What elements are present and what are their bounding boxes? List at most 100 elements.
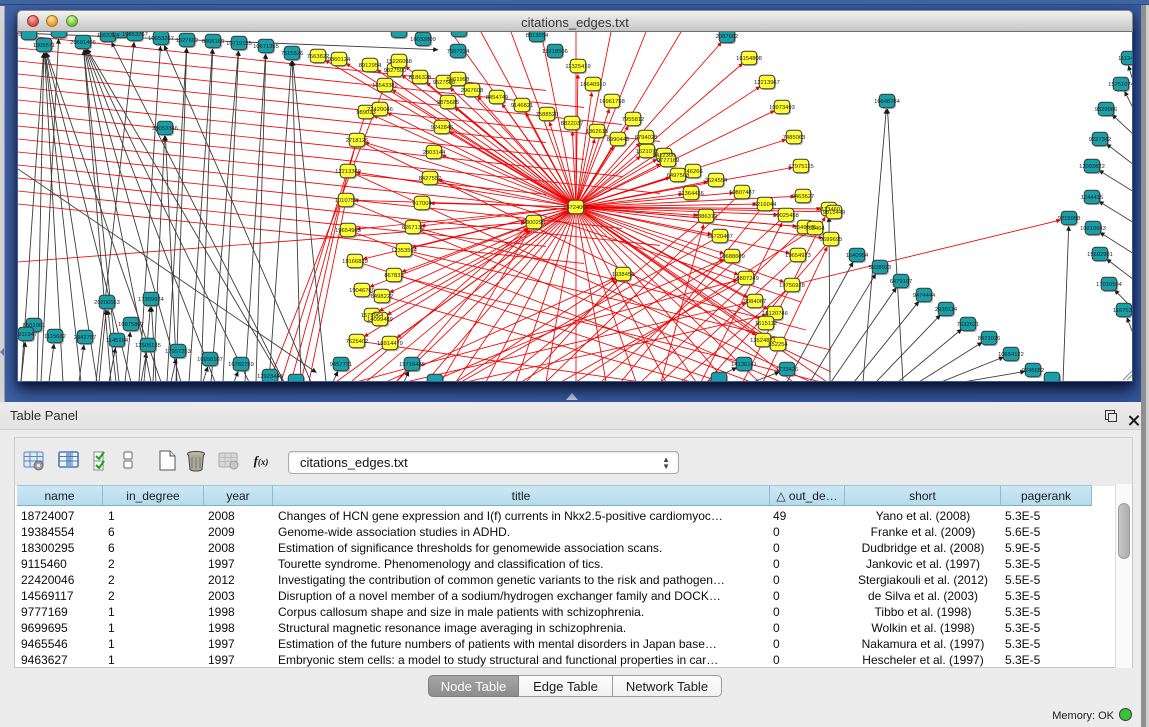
svg-text:10025458: 10025458 — [773, 213, 799, 219]
svg-text:16914479: 16914479 — [377, 341, 403, 347]
svg-text:1112473: 1112473 — [1118, 56, 1132, 62]
svg-text:20206563: 20206563 — [94, 300, 120, 306]
svg-text:8822037: 8822037 — [561, 121, 584, 127]
svg-text:1615112: 1615112 — [755, 321, 777, 327]
svg-text:21364436: 21364436 — [678, 191, 704, 197]
svg-text:9227342: 9227342 — [1089, 137, 1112, 143]
svg-text:2300295: 2300295 — [523, 220, 546, 226]
svg-text:10654122: 10654122 — [998, 352, 1024, 358]
svg-text:19654963: 19654963 — [335, 228, 361, 234]
svg-text:1663324: 1663324 — [97, 33, 120, 39]
svg-text:8454749: 8454749 — [486, 95, 509, 101]
svg-text:f(x): f(x) — [254, 453, 269, 468]
svg-text:10958107: 10958107 — [197, 357, 223, 363]
svg-text:12353594: 12353594 — [391, 248, 418, 254]
svg-text:14136141: 14136141 — [731, 362, 757, 368]
svg-text:8912954: 8912954 — [359, 63, 382, 69]
svg-text:10688609: 10688609 — [719, 254, 745, 260]
svg-text:1115682: 1115682 — [44, 334, 66, 340]
svg-text:2967608: 2967608 — [461, 88, 484, 94]
svg-text:7588520: 7588520 — [536, 112, 559, 118]
svg-text:14099489: 14099489 — [367, 317, 393, 323]
svg-text:12213967: 12213967 — [754, 80, 780, 86]
svg-text:2935114: 2935114 — [935, 307, 958, 313]
svg-text:8267130: 8267130 — [402, 225, 425, 231]
svg-text:19756928: 19756928 — [779, 283, 805, 289]
svg-text:10653267: 10653267 — [148, 36, 174, 42]
svg-text:6466160: 6466160 — [202, 39, 225, 45]
svg-text:9215958: 9215958 — [1058, 216, 1081, 222]
svg-text:1244415: 1244415 — [1081, 195, 1104, 201]
svg-text:17016504: 17016504 — [1096, 282, 1123, 288]
svg-text:17359924: 17359924 — [138, 297, 165, 303]
svg-text:16154808: 16154808 — [736, 56, 762, 62]
svg-text:5938923: 5938923 — [869, 265, 892, 271]
svg-text:7515526: 7515526 — [281, 51, 304, 57]
svg-text:1167533: 1167533 — [1113, 308, 1132, 314]
svg-text:7386372: 7386372 — [695, 214, 718, 220]
svg-text:9699695: 9699695 — [820, 237, 843, 243]
svg-text:1145194: 1145194 — [106, 338, 129, 344]
svg-text:9245652: 9245652 — [1022, 368, 1045, 374]
svg-text:22420046: 22420046 — [367, 107, 393, 113]
svg-text:9474444: 9474444 — [913, 293, 936, 299]
svg-text:10719155: 10719155 — [226, 41, 252, 47]
svg-text:10973493: 10973493 — [769, 105, 795, 111]
svg-text:16648784: 16648784 — [874, 99, 901, 105]
svg-text:20691406: 20691406 — [70, 40, 96, 46]
svg-text:9146821: 9146821 — [511, 103, 534, 109]
svg-text:3911947: 3911947 — [18, 332, 37, 338]
svg-text:19166829: 19166829 — [342, 259, 368, 265]
svg-text:16120746: 16120746 — [762, 311, 788, 317]
svg-text:17957253: 17957253 — [165, 349, 191, 355]
svg-text:1527602: 1527602 — [176, 38, 199, 44]
svg-text:12093822: 12093822 — [1079, 164, 1105, 170]
svg-text:18640910: 18640910 — [580, 82, 606, 88]
svg-text:2718126: 2718126 — [346, 138, 369, 144]
svg-text:12213369: 12213369 — [335, 169, 361, 175]
svg-text:8498222: 8498222 — [371, 294, 394, 300]
svg-text:16961758: 16961758 — [599, 99, 625, 105]
svg-text:7955812: 7955812 — [622, 117, 645, 123]
svg-text:19218506: 19218506 — [542, 49, 568, 55]
svg-text:9815449: 9815449 — [823, 210, 846, 216]
svg-text:852254: 852254 — [768, 342, 788, 348]
svg-text:9875685: 9875685 — [437, 100, 460, 106]
svg-text:16033809: 16033809 — [410, 37, 436, 43]
svg-text:2803144: 2803144 — [423, 150, 446, 156]
svg-text:10807487: 10807487 — [729, 190, 755, 196]
svg-text:9777169: 9777169 — [657, 158, 680, 164]
svg-text:1640954: 1640954 — [846, 253, 869, 259]
svg-text:17975115: 17975115 — [788, 164, 813, 170]
svg-text:9084067: 9084067 — [744, 299, 767, 305]
svg-text:8186328: 8186328 — [409, 75, 432, 81]
svg-text:18724007: 18724007 — [563, 205, 589, 211]
svg-text:15692901: 15692901 — [1087, 252, 1113, 258]
svg-text:7485063: 7485063 — [783, 135, 806, 141]
svg-text:2087682: 2087682 — [716, 34, 739, 40]
svg-text:10975867: 10975867 — [118, 322, 144, 328]
svg-text:7632621: 7632621 — [957, 322, 980, 328]
svg-text:5461998: 5461998 — [447, 77, 470, 83]
svg-text:7625402: 7625402 — [346, 339, 369, 345]
svg-text:6479197: 6479197 — [890, 279, 913, 285]
svg-text:29053346: 29053346 — [152, 126, 178, 132]
svg-text:1362615: 1362615 — [586, 129, 609, 135]
svg-text:8813054: 8813054 — [526, 33, 549, 39]
svg-text:3624554: 3624554 — [705, 178, 728, 184]
svg-text:2942757: 2942757 — [74, 335, 97, 341]
svg-text:9329966: 9329966 — [1095, 107, 1118, 113]
svg-text:6216044: 6216044 — [754, 202, 777, 208]
svg-text:12505135: 12505135 — [135, 343, 161, 349]
svg-text:12923448: 12923448 — [257, 374, 283, 380]
svg-text:867833: 867833 — [384, 273, 403, 279]
svg-text:19654923: 19654923 — [785, 253, 811, 259]
svg-text:10210643: 10210643 — [1080, 226, 1106, 232]
svg-text:15720407: 15720407 — [707, 234, 733, 240]
svg-text:6794028: 6794028 — [635, 135, 658, 141]
svg-text:7663822: 7663822 — [307, 54, 330, 60]
svg-text:1938454: 1938454 — [612, 272, 635, 278]
svg-text:9827500: 9827500 — [384, 68, 407, 74]
svg-text:1010755: 1010755 — [335, 198, 358, 204]
svg-text:1905571: 1905571 — [33, 43, 56, 49]
